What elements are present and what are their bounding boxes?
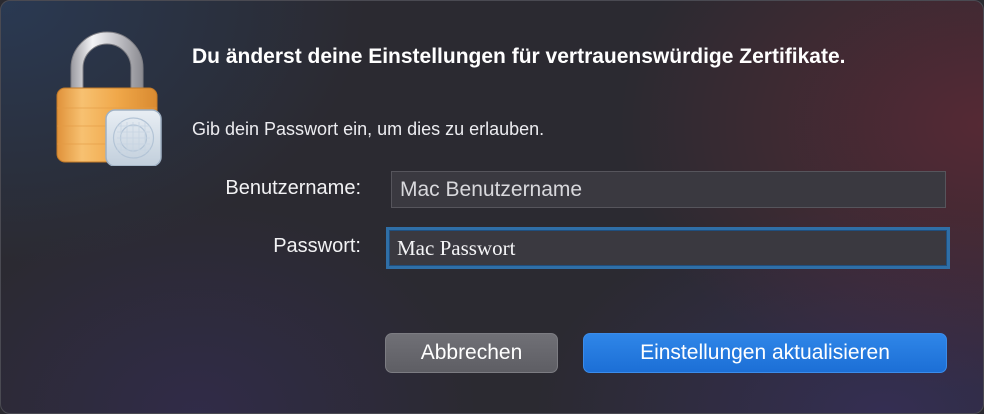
dialog-subtitle: Gib dein Passwort ein, um dies zu erlaub… <box>192 119 545 139</box>
update-settings-button[interactable]: Einstellungen aktualisieren <box>583 333 947 373</box>
cancel-button[interactable]: Abbrechen <box>385 333 558 373</box>
username-label: Benutzername: <box>225 177 361 199</box>
password-value: Mac Passwort <box>397 235 516 260</box>
password-label: Passwort: <box>273 235 361 257</box>
authorization-dialog: Du änderst deine Einstellungen für vertr… <box>0 0 984 414</box>
password-field[interactable]: Mac Passwort <box>386 227 950 269</box>
username-field[interactable]: Mac Benutzername <box>391 171 946 208</box>
dialog-title: Du änderst deine Einstellungen für vertr… <box>192 45 846 68</box>
username-value: Mac Benutzername <box>400 177 583 201</box>
lock-with-certificate-icon <box>56 31 162 166</box>
